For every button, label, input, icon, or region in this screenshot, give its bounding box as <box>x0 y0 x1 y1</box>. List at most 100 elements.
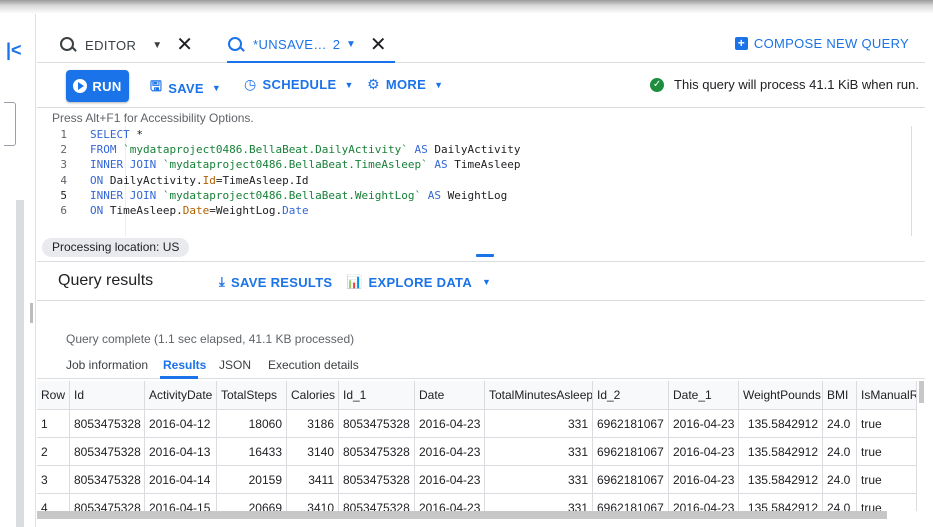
vertical-scrollbar[interactable] <box>919 381 924 403</box>
run-label: RUN <box>92 78 122 94</box>
table-cell: 3140 <box>287 438 339 466</box>
code-token: TimeAsleep <box>454 158 521 172</box>
processing-location-chip: Processing location: US <box>42 238 190 257</box>
table-cell: 135.5842912 <box>739 410 823 438</box>
add-icon: + <box>734 37 748 50</box>
chevron-down-icon: ▼ <box>211 83 222 93</box>
table-cell: 24.0 <box>823 438 857 466</box>
column-header[interactable]: TotalMinutesAsleep <box>485 381 593 409</box>
query-toolbar: RUN 🖫 SAVE ▼ ◷ SCHEDULE ▼ ⚙ MORE ▼ ✓ Thi… <box>37 63 925 108</box>
table-cell: 2016-04-23 <box>669 438 739 466</box>
tab-dropdown-icon[interactable]: ▼ <box>346 39 356 50</box>
results-scroll-handle[interactable] <box>30 303 33 323</box>
code-token: `mydataproject0486.BellaBeat.TimeAsleep` <box>162 158 428 172</box>
line-number: 1 <box>60 128 67 141</box>
table-header-row: Row Id ActivityDate TotalSteps Calories Id_1 D… <box>37 381 917 410</box>
table-cell: 135.5842912 <box>739 466 823 494</box>
column-header[interactable]: TotalSteps <box>217 381 287 409</box>
line-number: 4 <box>60 173 67 187</box>
table-cell: 4 <box>37 494 70 511</box>
tab-dropdown-icon[interactable]: ▼ <box>152 40 162 51</box>
table-cell: 2016-04-23 <box>415 494 485 511</box>
tab-results[interactable]: Results <box>163 358 206 372</box>
table-cell: 135.5842912 <box>739 438 823 466</box>
column-header[interactable]: Id_2 <box>593 381 669 409</box>
line-number: 6 <box>60 204 67 217</box>
table-row: 3 8053475328 2016-04-14 20159 3411 8053475328… <box>37 466 917 494</box>
save-results-button[interactable]: ⤓ SAVE RESULTS <box>219 274 332 290</box>
run-button[interactable]: RUN <box>66 70 129 102</box>
schedule-button[interactable]: ◷ SCHEDULE ▼ <box>244 76 354 93</box>
code-token: AS <box>427 158 455 172</box>
horizontal-scrollbar[interactable] <box>37 511 887 519</box>
table-cell: 2016-04-23 <box>669 410 739 438</box>
code-token: =TimeAsleep.Id <box>215 173 309 187</box>
chevron-down-icon: ▼ <box>482 277 492 287</box>
table-cell: 8053475328 <box>339 494 415 511</box>
more-button[interactable]: ⚙ MORE ▼ <box>367 76 443 93</box>
code-token: `mydataproject0486.BellaBeat.DailyActivi… <box>123 143 408 157</box>
code-token: INNER JOIN <box>90 158 163 172</box>
code-token: Date <box>182 204 210 217</box>
status-text: This query will process 41.1 KiB when ru… <box>674 77 919 92</box>
column-header[interactable]: Id_1 <box>339 381 415 409</box>
schedule-label: SCHEDULE <box>262 77 337 92</box>
close-icon[interactable]: ✕ <box>370 35 387 55</box>
collapse-panel-icon[interactable]: |< <box>6 40 22 61</box>
divider <box>37 261 925 262</box>
code-token: WeightLog <box>447 188 508 202</box>
table-cell: 2016-04-23 <box>415 466 485 494</box>
code-text: SELECT * <box>90 128 143 141</box>
sql-editor[interactable]: 1 SELECT * 2 FROM `mydataproject0486.BellaB… <box>37 126 925 236</box>
tab-json[interactable]: JSON <box>219 358 251 372</box>
panel-handle[interactable] <box>4 102 16 146</box>
table-cell: 2016-04-23 <box>669 466 739 494</box>
editor-scrollbar-track <box>911 126 912 236</box>
column-header[interactable]: BMI <box>823 381 857 409</box>
table-cell: 24.0 <box>823 494 857 511</box>
query-icon <box>59 36 77 54</box>
column-header[interactable]: Row <box>37 381 70 409</box>
table-cell: 2016-04-14 <box>145 466 217 494</box>
table-cell: 2016-04-23 <box>669 494 739 511</box>
left-rail: |< <box>0 14 36 527</box>
table-cell: 8053475328 <box>339 410 415 438</box>
table-row: 1 8053475328 2016-04-12 18060 3186 8053475328… <box>37 410 917 438</box>
table-cell: 24.0 <box>823 466 857 494</box>
tab-execution-details[interactable]: Execution details <box>268 358 359 372</box>
column-header[interactable]: IsManualRe <box>857 381 917 409</box>
column-header[interactable]: ActivityDate <box>145 381 217 409</box>
tab-label: *UNSAVE… <box>253 37 327 52</box>
resize-handle[interactable] <box>476 254 494 257</box>
compose-new-query-button[interactable]: + COMPOSE NEW QUERY <box>734 36 909 51</box>
table-cell: 2016-04-15 <box>145 494 217 511</box>
column-header[interactable]: Date <box>415 381 485 409</box>
table-cell: 8053475328 <box>70 494 145 511</box>
left-scrollbar[interactable] <box>16 200 24 527</box>
divider <box>37 300 925 301</box>
column-header[interactable]: Calories <box>287 381 339 409</box>
tab-job-information[interactable]: Job information <box>66 358 148 372</box>
check-circle-icon: ✓ <box>650 77 665 92</box>
line-number: 3 <box>60 158 67 172</box>
table-cell: 20159 <box>217 466 287 494</box>
tab-unsaved-query[interactable]: *UNSAVE… 2 ▼ ✕ <box>227 28 395 63</box>
table-cell: 6962181067 <box>593 466 669 494</box>
column-header[interactable]: WeightPounds <box>739 381 823 409</box>
window-top-edge <box>0 0 933 14</box>
close-icon[interactable]: ✕ <box>176 35 193 55</box>
table-cell: 2 <box>37 438 70 466</box>
code-token: DailyActivity <box>434 143 521 157</box>
table-cell: 2016-04-23 <box>415 438 485 466</box>
column-header[interactable]: Date_1 <box>669 381 739 409</box>
save-button[interactable]: 🖫 SAVE ▼ <box>150 76 221 100</box>
tab-editor[interactable]: EDITOR ▼ ✕ <box>59 28 193 62</box>
line-number: 5 <box>60 188 67 202</box>
code-token: =WeightLog. <box>209 204 283 217</box>
explore-data-button[interactable]: 📊 EXPLORE DATA ▼ <box>346 274 491 290</box>
table-cell: 3411 <box>287 466 339 494</box>
code-token: Id <box>202 173 216 187</box>
save-results-label: SAVE RESULTS <box>231 274 333 290</box>
column-header[interactable]: Id <box>70 381 145 409</box>
table-cell: true <box>857 466 917 494</box>
